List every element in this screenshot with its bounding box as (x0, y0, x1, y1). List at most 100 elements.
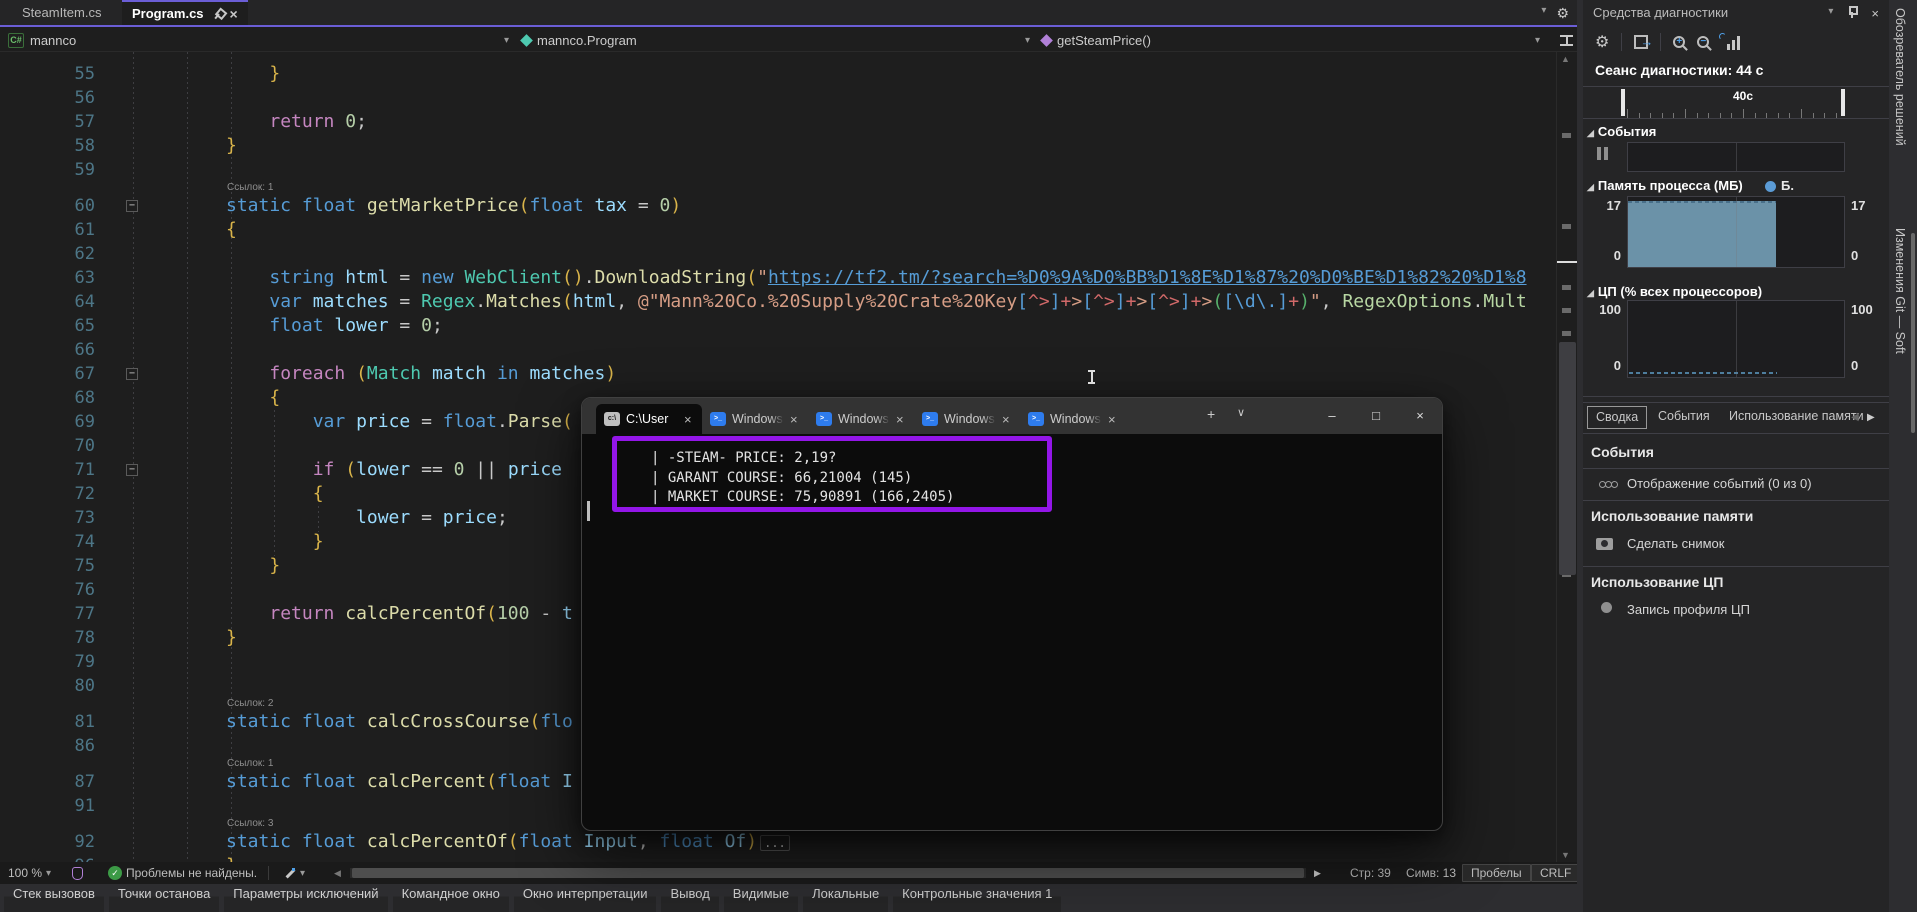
ruler-marker[interactable] (1621, 89, 1625, 116)
hscroll-right-icon[interactable]: ▶ (1314, 862, 1321, 884)
pin-icon[interactable] (1847, 6, 1857, 18)
window-menu-icon[interactable]: ▾ (1828, 6, 1833, 21)
tool-window-tab[interactable]: Контрольные значения 1 (893, 884, 1061, 912)
tool-window-tab[interactable]: Командное окно (393, 884, 509, 912)
scroll-down-icon[interactable]: ▼ (1561, 850, 1570, 860)
code-line[interactable]: 61{ (0, 218, 1556, 242)
tab-steamitem[interactable]: SteamItem.cs (12, 0, 111, 25)
code-line[interactable]: 58} (0, 134, 1556, 158)
settings-gear-icon[interactable]: ⚙ (1595, 32, 1609, 52)
take-snapshot-link[interactable]: Сделать снимок (1627, 536, 1724, 551)
section-events[interactable]: ◢События (1587, 124, 1656, 139)
code-line[interactable]: 63 string html = new WebClient().Downloa… (0, 266, 1556, 290)
terminal-tab[interactable]: c:\C:\User× (596, 404, 702, 434)
editor-horizontal-scrollbar[interactable] (350, 868, 1306, 878)
code-line[interactable]: 62 (0, 242, 1556, 266)
spaces-toggle[interactable]: Пробелы (1462, 864, 1531, 882)
code-line[interactable]: 96} (0, 854, 1556, 862)
new-tab-button[interactable]: + (1207, 406, 1215, 422)
terminal-window[interactable]: c:\C:\User×>_Windows×>_Windows×>_Windows… (581, 397, 1443, 831)
tab-memory-usage[interactable]: Использование памяти (1721, 406, 1872, 429)
maximize-button[interactable]: □ (1354, 398, 1398, 434)
zoom-in-icon[interactable]: + (1673, 36, 1685, 48)
tab-scroll-right-icon[interactable]: ▶ (1867, 412, 1875, 423)
terminal-tab[interactable]: >_Windows× (702, 404, 808, 434)
gridline (1736, 197, 1737, 267)
tab-program[interactable]: Program.cs × (122, 0, 248, 25)
tool-window-tab[interactable]: Параметры исключений (224, 884, 387, 912)
fold-collapse-icon[interactable]: − (126, 200, 138, 212)
tab-scroll-left-icon[interactable]: ◀ (1851, 412, 1859, 423)
section-memory[interactable]: ◢Память процесса (МБ) (1587, 178, 1743, 193)
tab-list-dropdown-icon[interactable]: ▾ (1541, 5, 1546, 22)
code-line[interactable]: 64 var matches = Regex.Matches(html, @"M… (0, 290, 1556, 314)
codelens-references[interactable]: Ссылок: 1 (0, 182, 1556, 194)
terminal-title-bar[interactable]: c:\C:\User×>_Windows×>_Windows×>_Windows… (582, 398, 1442, 434)
pin-icon[interactable] (211, 6, 226, 22)
code-line[interactable]: 60−static float getMarketPrice(float tax… (0, 194, 1556, 218)
tool-window-tab[interactable]: Точки останова (109, 884, 219, 912)
editor-vertical-scrollbar[interactable]: ▲ ▼ (1556, 52, 1577, 862)
tool-window-tab[interactable]: Видимые (724, 884, 798, 912)
terminal-tab[interactable]: >_Windows× (808, 404, 914, 434)
code-line[interactable]: 56 (0, 86, 1556, 110)
tab-git-changes[interactable]: Изменения Git — Soft (1893, 228, 1907, 354)
class-icon (520, 34, 533, 47)
scrollbar-thumb[interactable] (1911, 233, 1915, 433)
code-line[interactable]: 55 } (0, 62, 1556, 86)
code-line[interactable]: 92static float calcPercentOf(float Input… (0, 830, 1556, 854)
scroll-up-icon[interactable]: ▲ (1561, 54, 1570, 64)
show-events-link[interactable]: Отображение событий (0 из 0) (1627, 476, 1812, 491)
terminal-tab[interactable]: >_Windows× (914, 404, 1020, 434)
fold-collapse-icon[interactable]: − (126, 368, 138, 380)
hscroll-thumb[interactable] (352, 868, 1304, 878)
tool-window-tab[interactable]: Локальные (803, 884, 888, 912)
nav-type-dropdown[interactable]: mannco.Program ▾ (522, 29, 1034, 51)
fold-collapse-icon[interactable]: − (126, 464, 138, 476)
record-cpu-profile-link[interactable]: Запись профиля ЦП (1627, 602, 1750, 617)
split-window-button[interactable] (1560, 29, 1573, 51)
terminal-tab[interactable]: >_Windows× (1020, 404, 1126, 434)
code-health-indicator[interactable]: ✓ Проблемы не найдены. (108, 862, 257, 884)
tab-dropdown-icon[interactable]: ∨ (1237, 406, 1245, 419)
hscroll-left-icon[interactable]: ◀ (334, 862, 341, 884)
code-cleanup-button[interactable]: ▾ (283, 862, 305, 884)
close-icon[interactable]: × (1871, 6, 1879, 21)
close-button[interactable]: × (1398, 398, 1442, 434)
close-tab-icon[interactable]: × (1108, 412, 1116, 427)
close-tab-icon[interactable]: × (1002, 412, 1010, 427)
eol-toggle[interactable]: CRLF (1531, 864, 1580, 882)
code-line[interactable]: 65 float lower = 0; (0, 314, 1556, 338)
code-line[interactable]: 66 (0, 338, 1556, 362)
tab-events[interactable]: События (1650, 406, 1718, 429)
reset-view-chart-icon[interactable] (1721, 35, 1739, 50)
tool-window-tab[interactable]: Окно интерпретации (514, 884, 657, 912)
pause-button[interactable] (1597, 147, 1608, 160)
divider (1660, 33, 1661, 51)
close-tab-icon[interactable]: × (790, 412, 798, 427)
timeline-ruler[interactable]: 40с (1583, 87, 1889, 118)
code-line[interactable]: 59 (0, 158, 1556, 182)
nav-project-dropdown[interactable]: C# mannco ▾ (8, 29, 513, 51)
export-icon[interactable]: → (1634, 35, 1648, 49)
section-cpu[interactable]: ◢ЦП (% всех процессоров) (1587, 284, 1762, 299)
divider (1583, 402, 1889, 403)
close-tab-icon[interactable]: × (230, 7, 238, 21)
line-number: 66 (40, 338, 95, 362)
tool-window-tab[interactable]: Вывод (661, 884, 718, 912)
scrollbar-thumb[interactable] (1559, 342, 1576, 575)
minimize-button[interactable]: – (1310, 398, 1354, 434)
close-tab-icon[interactable]: × (896, 412, 904, 427)
tab-solution-explorer[interactable]: Обозреватель решений (1893, 8, 1907, 146)
code-line[interactable]: 67− foreach (Match match in matches) (0, 362, 1556, 386)
zoom-out-icon[interactable]: − (1697, 36, 1709, 48)
tab-summary[interactable]: Сводка (1587, 406, 1647, 429)
editor-status-icon[interactable] (72, 862, 83, 884)
tool-window-tab[interactable]: Стек вызовов (4, 884, 104, 912)
zoom-dropdown[interactable]: 100 % ▾ (8, 862, 51, 884)
nav-member-dropdown[interactable]: getSteamPrice() ▾ (1042, 29, 1554, 51)
close-tab-icon[interactable]: × (684, 412, 692, 427)
code-line[interactable]: 57 return 0; (0, 110, 1556, 134)
gear-icon[interactable]: ⚙ (1556, 5, 1569, 22)
ruler-marker[interactable] (1841, 89, 1845, 116)
